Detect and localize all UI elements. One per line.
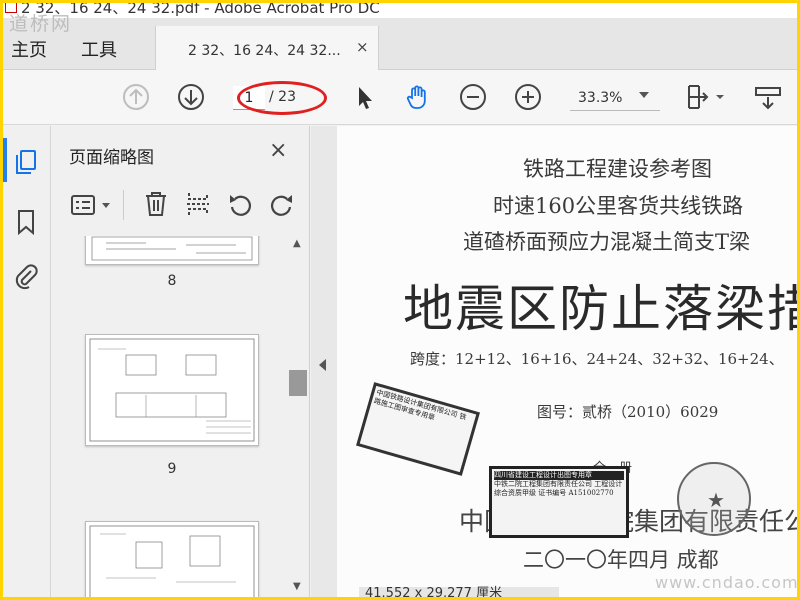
panel-title: 页面缩略图 (69, 148, 154, 168)
hand-tool-icon[interactable] (403, 82, 433, 112)
thumbnail-number: 9 (167, 461, 177, 477)
thumbnails-icon[interactable] (12, 148, 40, 176)
thumbnail-list: 8 9 (52, 236, 290, 597)
thumbnail-page-9[interactable] (85, 334, 259, 446)
company-seal: ★ (677, 462, 751, 536)
review-stamp: 中国铁路设计集团有限公司 铁路施工图审查专用章 (356, 382, 480, 476)
scroll-up-icon[interactable]: ▲ (293, 238, 301, 249)
rotate-right-icon[interactable] (269, 191, 295, 217)
page-size-status: 41.552 x 29.277 厘米 (359, 587, 559, 597)
zoom-out-icon[interactable] (458, 82, 488, 112)
prev-page-icon[interactable] (121, 82, 151, 112)
thumbnail-toolbar (52, 186, 310, 226)
select-cursor-icon[interactable] (349, 82, 379, 112)
menu-bar: 主页 工具 2 32、16 24、24 32... × (3, 18, 797, 71)
doc-line-beam: 道碴桥面预应力混凝土简支T梁 (463, 230, 751, 254)
red-highlight-ellipse (237, 81, 327, 115)
fit-page-icon[interactable] (683, 82, 727, 112)
zoom-in-icon[interactable] (513, 82, 543, 112)
doc-line-speed: 时速160公里客货共线铁路 (493, 194, 744, 218)
bookmark-icon[interactable] (12, 208, 40, 236)
options-icon[interactable] (70, 192, 96, 218)
scroll-mode-icon[interactable] (753, 82, 783, 112)
active-indicator (3, 138, 7, 182)
pdf-page: 铁路工程建设参考图 时速160公里客货共线铁路 道碴桥面预应力混凝土简支T梁 地… (337, 126, 797, 597)
seal-star-icon: ★ (707, 488, 725, 512)
menu-tools[interactable]: 工具 (81, 36, 117, 62)
next-page-icon[interactable] (176, 82, 206, 112)
document-tab-label: 2 32、16 24、24 32... (188, 43, 341, 59)
rotate-left-icon[interactable] (227, 191, 253, 217)
design-stamp: 四川省建设工程设计出图专用章 中铁二院工程集团有限责任公司 工程设计综合资质甲级… (489, 466, 629, 538)
design-stamp-header: 四川省建设工程设计出图专用章 (494, 471, 624, 480)
doc-line-series: 铁路工程建设参考图 (523, 157, 712, 181)
extract-icon[interactable] (185, 190, 211, 218)
attachment-icon[interactable] (12, 262, 40, 290)
doc-main-title: 地震区防止落梁措 (403, 280, 797, 338)
panel-splitter[interactable] (311, 126, 337, 597)
close-panel-icon[interactable]: × (269, 138, 287, 163)
zoom-level-field[interactable]: 33.3% (570, 85, 660, 111)
doc-spans: 跨度：12+12、16+16、24+24、32+32、16+24、 (410, 350, 784, 368)
zoom-dropdown-icon[interactable] (639, 92, 649, 98)
doc-drawing-number: 图号：贰桥（2010）6029 (537, 403, 719, 421)
thumbnail-page-8[interactable] (85, 236, 259, 265)
delete-icon[interactable] (143, 190, 169, 218)
close-tab-icon[interactable]: × (356, 38, 369, 56)
left-nav-rail (3, 126, 51, 597)
thumbnail-page-10[interactable] (85, 521, 259, 597)
design-stamp-body: 中铁二院工程集团有限责任公司 工程设计综合资质甲级 证书编号 A15100277… (494, 480, 623, 497)
options-dropdown-icon[interactable] (102, 203, 110, 208)
acrobat-window: 2 32、16 24、24 32.pdf - Adobe Acrobat Pro… (3, 3, 797, 597)
window-title: 2 32、16 24、24 32.pdf - Adobe Acrobat Pro… (21, 3, 380, 17)
thumbnail-scrollbar[interactable]: ▲ ▼ (288, 236, 308, 597)
thumbnail-number: 8 (167, 273, 177, 289)
menu-home[interactable]: 主页 (11, 36, 47, 62)
document-tab[interactable]: 2 32、16 24、24 32... × (155, 26, 379, 71)
watermark-bottom: www.cndao.com (655, 573, 797, 592)
thumbnail-panel: 页面缩略图 × 8 9 ▲ ▼ (52, 126, 310, 597)
main-toolbar: 1 / 23 33.3% (3, 70, 797, 125)
toolbar-divider (123, 190, 124, 220)
document-view[interactable]: 铁路工程建设参考图 时速160公里客货共线铁路 道碴桥面预应力混凝土简支T梁 地… (337, 126, 797, 597)
scroll-down-icon[interactable]: ▼ (293, 581, 301, 592)
title-bar: 2 32、16 24、24 32.pdf - Adobe Acrobat Pro… (3, 3, 797, 18)
collapse-panel-icon[interactable] (319, 359, 326, 371)
doc-date-place: 二〇一〇年四月 成都 (523, 548, 719, 572)
watermark-top: 道桥网 (9, 13, 73, 35)
scrollbar-thumb[interactable] (289, 370, 307, 396)
